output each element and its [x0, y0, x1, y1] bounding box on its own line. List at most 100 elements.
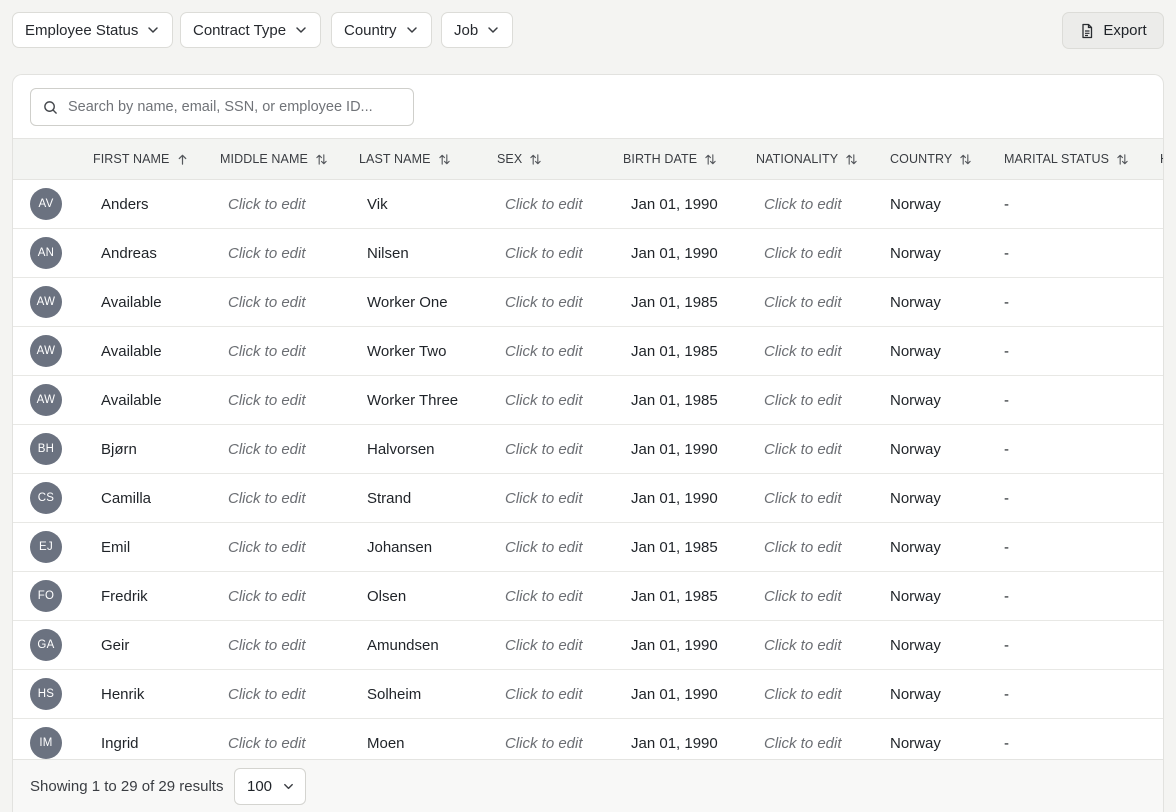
birth-date-cell[interactable]: Jan 01, 1985 [631, 278, 718, 326]
middle-name-cell[interactable]: Click to edit [228, 180, 306, 228]
middle-name-cell[interactable]: Click to edit [228, 670, 306, 718]
sex-cell[interactable]: Click to edit [505, 229, 583, 277]
last-name-cell[interactable]: Worker One [367, 278, 448, 326]
birth-date-cell[interactable]: Jan 01, 1985 [631, 327, 718, 375]
last-name-cell[interactable]: Amundsen [367, 621, 439, 669]
sex-cell[interactable]: Click to edit [505, 523, 583, 571]
birth-date-cell[interactable]: Jan 01, 1990 [631, 719, 718, 760]
first-name-cell[interactable]: Available [101, 327, 162, 375]
sex-cell[interactable]: Click to edit [505, 278, 583, 326]
nationality-cell[interactable]: Click to edit [764, 327, 842, 375]
country-filter[interactable]: Country [331, 12, 432, 48]
nationality-cell[interactable]: Click to edit [764, 229, 842, 277]
table-row[interactable]: EJ Emil Click to edit Johansen Click to … [13, 523, 1163, 572]
table-row[interactable]: AW Available Click to edit Worker Two Cl… [13, 327, 1163, 376]
nationality-cell[interactable]: Click to edit [764, 278, 842, 326]
sex-cell[interactable]: Click to edit [505, 327, 583, 375]
marital-status-cell[interactable]: - [1004, 327, 1009, 375]
table-row[interactable]: AN Andreas Click to edit Nilsen Click to… [13, 229, 1163, 278]
table-row[interactable]: AW Available Click to edit Worker Three … [13, 376, 1163, 425]
sex-cell[interactable]: Click to edit [505, 621, 583, 669]
middle-name-cell[interactable]: Click to edit [228, 719, 306, 760]
search-input[interactable] [68, 99, 388, 115]
middle-name-cell[interactable]: Click to edit [228, 425, 306, 473]
birth-date-cell[interactable]: Jan 01, 1985 [631, 523, 718, 571]
column-header-middle-name[interactable]: MIDDLE NAME [220, 139, 328, 179]
marital-status-cell[interactable]: - [1004, 229, 1009, 277]
first-name-cell[interactable]: Camilla [101, 474, 151, 522]
middle-name-cell[interactable]: Click to edit [228, 327, 306, 375]
table-row[interactable]: CS Camilla Click to edit Strand Click to… [13, 474, 1163, 523]
table-row[interactable]: FO Fredrik Click to edit Olsen Click to … [13, 572, 1163, 621]
sex-cell[interactable]: Click to edit [505, 572, 583, 620]
column-header-first-name[interactable]: FIRST NAME [93, 139, 189, 179]
column-header-country[interactable]: COUNTRY [890, 139, 972, 179]
column-header-birth-date[interactable]: BIRTH DATE [623, 139, 717, 179]
last-name-cell[interactable]: Johansen [367, 523, 432, 571]
birth-date-cell[interactable]: Jan 01, 1985 [631, 376, 718, 424]
column-header-nationality[interactable]: NATIONALITY [756, 139, 858, 179]
table-row[interactable]: BH Bjørn Click to edit Halvorsen Click t… [13, 425, 1163, 474]
marital-status-cell[interactable]: - [1004, 719, 1009, 760]
sex-cell[interactable]: Click to edit [505, 474, 583, 522]
country-cell[interactable]: Norway [890, 572, 941, 620]
marital-status-cell[interactable]: - [1004, 670, 1009, 718]
table-row[interactable]: AV Anders Click to edit Vik Click to edi… [13, 180, 1163, 229]
nationality-cell[interactable]: Click to edit [764, 180, 842, 228]
birth-date-cell[interactable]: Jan 01, 1985 [631, 572, 718, 620]
middle-name-cell[interactable]: Click to edit [228, 278, 306, 326]
marital-status-cell[interactable]: - [1004, 621, 1009, 669]
birth-date-cell[interactable]: Jan 01, 1990 [631, 229, 718, 277]
table-row[interactable]: AW Available Click to edit Worker One Cl… [13, 278, 1163, 327]
country-cell[interactable]: Norway [890, 621, 941, 669]
marital-status-cell[interactable]: - [1004, 376, 1009, 424]
country-cell[interactable]: Norway [890, 327, 941, 375]
last-name-cell[interactable]: Solheim [367, 670, 421, 718]
country-cell[interactable]: Norway [890, 180, 941, 228]
country-cell[interactable]: Norway [890, 376, 941, 424]
first-name-cell[interactable]: Available [101, 278, 162, 326]
table-row[interactable]: IM Ingrid Click to edit Moen Click to ed… [13, 719, 1163, 760]
first-name-cell[interactable]: Anders [101, 180, 149, 228]
marital-status-cell[interactable]: - [1004, 180, 1009, 228]
first-name-cell[interactable]: Geir [101, 621, 129, 669]
birth-date-cell[interactable]: Jan 01, 1990 [631, 425, 718, 473]
middle-name-cell[interactable]: Click to edit [228, 621, 306, 669]
middle-name-cell[interactable]: Click to edit [228, 376, 306, 424]
employee-status-filter[interactable]: Employee Status [12, 12, 174, 48]
column-header-marital-status[interactable]: MARITAL STATUS [1004, 139, 1129, 179]
export-button[interactable]: Export [1062, 12, 1164, 49]
birth-date-cell[interactable]: Jan 01, 1990 [631, 670, 718, 718]
country-cell[interactable]: Norway [890, 278, 941, 326]
last-name-cell[interactable]: Halvorsen [367, 425, 435, 473]
table-row[interactable]: GA Geir Click to edit Amundsen Click to … [13, 621, 1163, 670]
first-name-cell[interactable]: Available [101, 376, 162, 424]
middle-name-cell[interactable]: Click to edit [228, 229, 306, 277]
job-filter[interactable]: Job [441, 12, 514, 48]
nationality-cell[interactable]: Click to edit [764, 670, 842, 718]
last-name-cell[interactable]: Worker Two [367, 327, 446, 375]
nationality-cell[interactable]: Click to edit [764, 523, 842, 571]
first-name-cell[interactable]: Ingrid [101, 719, 139, 760]
first-name-cell[interactable]: Bjørn [101, 425, 137, 473]
marital-status-cell[interactable]: - [1004, 474, 1009, 522]
nationality-cell[interactable]: Click to edit [764, 719, 842, 760]
sex-cell[interactable]: Click to edit [505, 180, 583, 228]
nationality-cell[interactable]: Click to edit [764, 572, 842, 620]
nationality-cell[interactable]: Click to edit [764, 621, 842, 669]
country-cell[interactable]: Norway [890, 523, 941, 571]
nationality-cell[interactable]: Click to edit [764, 474, 842, 522]
country-cell[interactable]: Norway [890, 474, 941, 522]
page-size-select[interactable]: 100 [234, 768, 306, 805]
birth-date-cell[interactable]: Jan 01, 1990 [631, 621, 718, 669]
birth-date-cell[interactable]: Jan 01, 1990 [631, 180, 718, 228]
column-header-truncated[interactable]: H [1160, 139, 1163, 179]
nationality-cell[interactable]: Click to edit [764, 376, 842, 424]
marital-status-cell[interactable]: - [1004, 425, 1009, 473]
contract-type-filter[interactable]: Contract Type [180, 12, 322, 48]
nationality-cell[interactable]: Click to edit [764, 425, 842, 473]
country-cell[interactable]: Norway [890, 229, 941, 277]
marital-status-cell[interactable]: - [1004, 572, 1009, 620]
marital-status-cell[interactable]: - [1004, 523, 1009, 571]
middle-name-cell[interactable]: Click to edit [228, 523, 306, 571]
